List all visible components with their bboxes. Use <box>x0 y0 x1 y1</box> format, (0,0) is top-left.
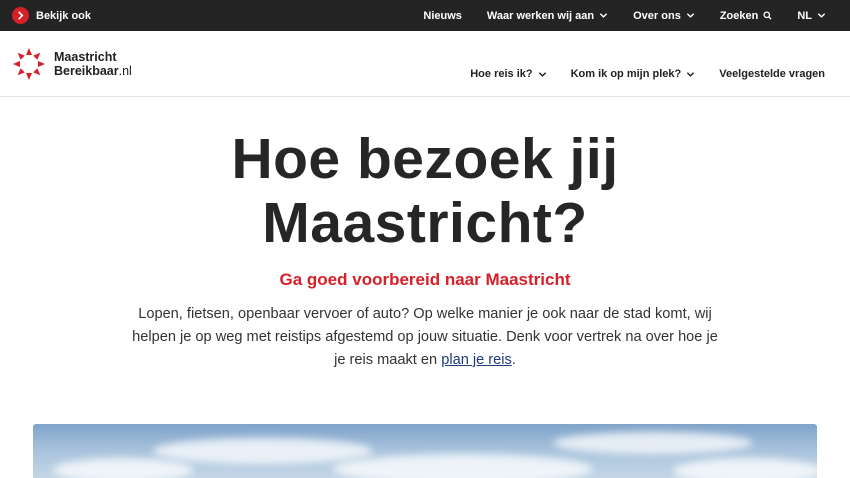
logo-suffix: .nl <box>118 64 132 78</box>
top-nav-projects-label: Waar werken wij aan <box>486 9 595 22</box>
page-title-line2: Maastricht? <box>262 191 588 255</box>
chevron-down-icon <box>599 13 608 18</box>
cloud-shape <box>153 438 373 464</box>
language-selector[interactable]: NL <box>797 10 826 22</box>
top-nav-about[interactable]: Over ons <box>633 10 695 22</box>
chevron-down-icon <box>687 71 695 77</box>
chevron-down-icon <box>538 71 546 77</box>
intro-end: . <box>511 352 516 368</box>
site-header: Maastricht Bereikbaar.nl Hoe reis ik? Ko… <box>0 31 850 97</box>
search-icon <box>763 11 772 20</box>
language-label: NL <box>797 9 812 22</box>
logo-line2-text: Bereikbaar <box>54 64 119 78</box>
site-logo[interactable]: Maastricht Bereikbaar.nl <box>12 47 132 81</box>
cloud-shape <box>333 454 593 478</box>
top-nav-about-label: Over ons <box>633 9 681 22</box>
top-nav-projects[interactable]: Waar werken wij aan <box>487 10 608 22</box>
main-nav-how-travel-label: Hoe reis ik? <box>470 68 533 80</box>
logo-line2: Bereikbaar.nl <box>54 64 132 78</box>
plan-trip-link[interactable]: plan je reis <box>441 352 512 368</box>
top-bar: Bekijk ook Nieuws Waar werken wij aan Ov… <box>0 0 850 31</box>
chevron-down-icon <box>817 13 826 18</box>
main-nav-destination[interactable]: Kom ik op mijn plek? <box>571 68 696 80</box>
star-logo-icon <box>13 48 45 80</box>
page-title: Hoe bezoek jij Maastricht? <box>0 127 850 255</box>
cloud-shape <box>673 458 817 478</box>
top-nav-search[interactable]: Zoeken <box>720 10 773 22</box>
main-nav-faq-label: Veelgestelde vragen <box>719 68 825 80</box>
main-nav-faq[interactable]: Veelgestelde vragen <box>719 68 825 80</box>
see-also-link[interactable]: Bekijk ook <box>12 7 91 24</box>
top-nav-search-label: Zoeken <box>719 9 759 22</box>
intro-text: Lopen, fietsen, openbaar vervoer of auto… <box>132 306 718 368</box>
cloud-shape <box>553 432 753 454</box>
page-title-line1: Hoe bezoek jij <box>231 127 619 191</box>
top-nav-news[interactable]: Nieuws <box>423 10 462 22</box>
logo-wordmark: Maastricht Bereikbaar.nl <box>54 50 132 78</box>
logo-line1: Maastricht <box>54 50 117 64</box>
intro-paragraph: Lopen, fietsen, openbaar vervoer of auto… <box>125 303 725 372</box>
top-nav-news-label: Nieuws <box>423 9 462 22</box>
page-subtitle: Ga goed voorbereid naar Maastricht <box>279 270 571 289</box>
top-nav: Nieuws Waar werken wij aan Over ons Zoek… <box>423 0 826 31</box>
chevron-right-icon <box>12 7 29 24</box>
chevron-down-icon <box>686 13 694 18</box>
main-nav-how-travel[interactable]: Hoe reis ik? <box>470 68 546 80</box>
main-nav: Hoe reis ik? Kom ik op mijn plek? Veelge… <box>470 68 825 80</box>
cloud-shape <box>53 458 193 478</box>
main-nav-destination-label: Kom ik op mijn plek? <box>570 68 682 80</box>
hero-image <box>33 424 817 478</box>
see-also-label: Bekijk ook <box>36 9 92 22</box>
